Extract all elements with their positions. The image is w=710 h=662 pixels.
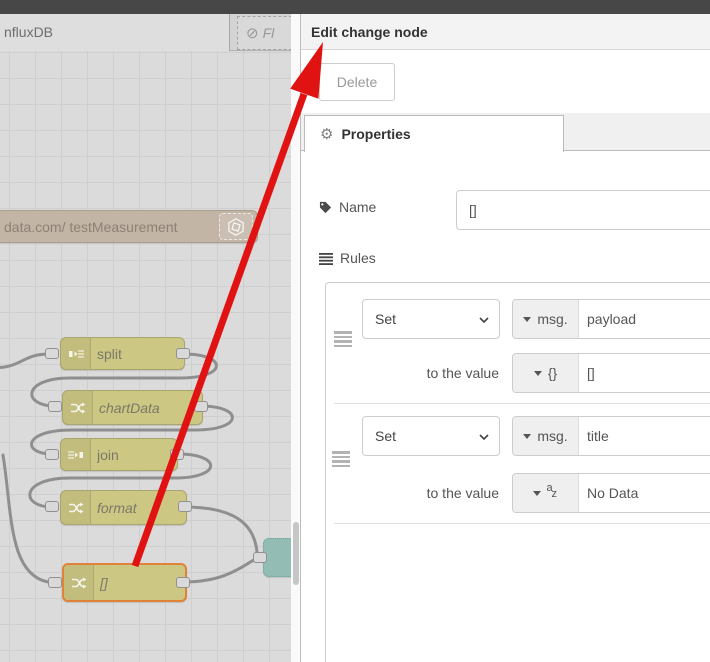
tab-properties[interactable]: ⚙ Properties — [304, 115, 564, 152]
panel-content: Name Rules Set msg. payload to the value — [301, 151, 710, 662]
caret-down-icon — [523, 433, 532, 439]
split-icon — [61, 338, 91, 369]
rules-list: Set msg. payload to the value {} [] Set … — [325, 282, 710, 662]
rule2-action-select[interactable]: Set — [362, 416, 500, 456]
node-label: chartData — [99, 399, 160, 416]
node-split[interactable]: split — [60, 337, 185, 370]
caret-down-icon — [532, 490, 541, 496]
name-input[interactable] — [456, 190, 710, 230]
string-type-icon: az — [546, 482, 558, 500]
typed-input-value[interactable]: No Data — [579, 474, 710, 512]
chevron-down-icon — [479, 317, 489, 323]
list-icon — [319, 253, 333, 265]
edit-node-panel: Edit change node Delete ⚙ Properties Name… — [300, 14, 710, 662]
workspace-scrollbar[interactable] — [291, 14, 300, 662]
node-change-chartdata[interactable]: chartData — [62, 390, 203, 425]
node-label: data.com/ testMeasurement — [4, 218, 178, 235]
typed-input-type-button[interactable]: msg. — [513, 417, 579, 455]
flow-tab-label: Fl — [262, 25, 275, 41]
port-chartdata-in[interactable] — [48, 401, 62, 412]
gear-icon: ⚙ — [320, 126, 334, 143]
typed-input-type-button[interactable]: az — [513, 474, 579, 512]
node-label: [] — [100, 574, 108, 591]
port-format-in[interactable] — [45, 501, 59, 512]
typed-input-value[interactable]: payload — [579, 300, 710, 338]
node-change-format[interactable]: format — [60, 490, 187, 525]
rule1-value-input[interactable]: {} [] — [512, 353, 710, 393]
port-join-out[interactable] — [170, 449, 184, 460]
typed-input-value[interactable]: [] — [579, 354, 710, 392]
flow-tab-label: nfluxDB — [4, 24, 54, 40]
panel-title: Edit change node — [311, 24, 428, 40]
rule1-property-input[interactable]: msg. payload — [512, 299, 710, 339]
workspace-scrollbar-thumb[interactable] — [292, 522, 299, 585]
rule2-property-input[interactable]: msg. title — [512, 416, 710, 456]
port-format-out[interactable] — [178, 501, 192, 512]
port-teal-in[interactable] — [253, 552, 267, 563]
node-join[interactable]: join — [60, 438, 178, 471]
node-label: format — [97, 499, 137, 516]
flow-tab-disabled[interactable]: ⊘ Fl — [237, 16, 297, 50]
to-the-value-label: to the value — [426, 485, 499, 501]
influxdb-icon — [219, 213, 253, 240]
json-type-icon: {} — [547, 365, 558, 381]
caret-down-icon — [533, 370, 542, 376]
tab-properties-label: Properties — [341, 126, 411, 142]
port-empty-in[interactable] — [48, 577, 62, 588]
rule-drag-handle[interactable] — [334, 331, 352, 347]
rule2-value-input[interactable]: az No Data — [512, 473, 710, 513]
caret-down-icon — [523, 316, 532, 322]
rule-divider — [334, 403, 710, 404]
typed-input-type-button[interactable]: msg. — [513, 300, 579, 338]
rule-divider — [334, 523, 710, 524]
change-icon — [64, 565, 94, 600]
chevron-down-icon — [479, 434, 489, 440]
node-label: join — [97, 446, 119, 463]
change-icon — [63, 391, 93, 424]
flow-tab-influxdb[interactable]: nfluxDB — [0, 13, 230, 52]
rule-drag-handle[interactable] — [332, 451, 350, 467]
node-label: split — [97, 345, 122, 362]
port-split-in[interactable] — [45, 348, 59, 359]
typed-input-type-button[interactable]: {} — [513, 354, 579, 392]
typed-input-value[interactable]: title — [579, 417, 710, 455]
rule1-action-select[interactable]: Set — [362, 299, 500, 339]
change-icon — [61, 491, 91, 524]
port-split-out[interactable] — [176, 348, 190, 359]
node-influxdb-out[interactable]: data.com/ testMeasurement — [0, 210, 258, 243]
flow-tabbar: nfluxDB ⊘ Fl — [0, 13, 297, 52]
rules-label: Rules — [319, 248, 376, 268]
panel-header: Edit change node — [301, 14, 710, 50]
delete-button[interactable]: Delete — [319, 63, 395, 101]
port-empty-out[interactable] — [176, 577, 190, 588]
disabled-flow-icon: ⊘ — [246, 25, 259, 42]
join-icon — [61, 439, 91, 470]
node-change-selected[interactable]: [] — [62, 563, 187, 602]
port-join-in[interactable] — [45, 449, 59, 460]
browser-top-bar — [0, 0, 710, 14]
tag-icon — [319, 201, 332, 214]
to-the-value-label: to the value — [426, 365, 499, 381]
port-chartdata-out[interactable] — [194, 401, 208, 412]
name-label: Name — [319, 197, 376, 217]
